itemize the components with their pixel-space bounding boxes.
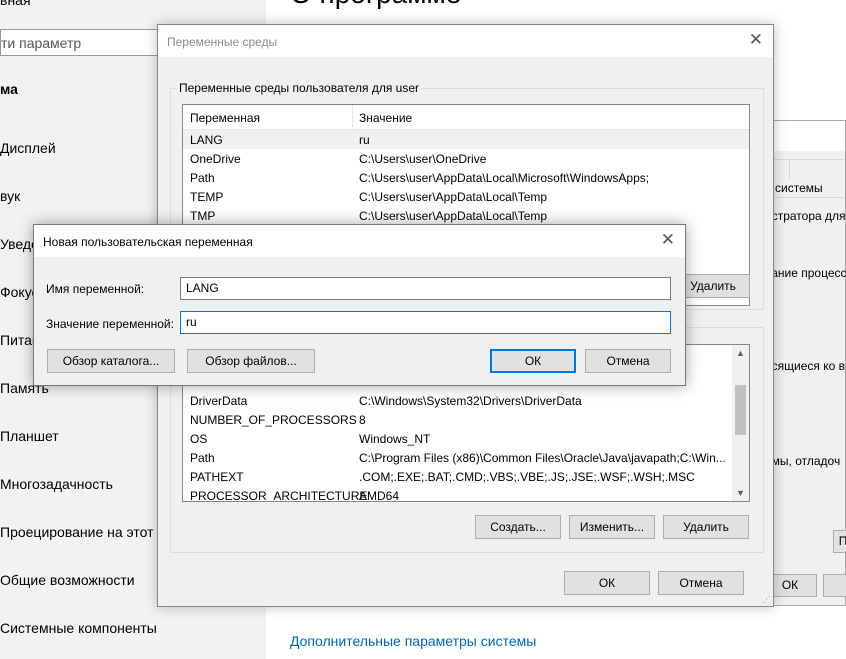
- sidebar-item-display[interactable]: Дисплей: [0, 140, 56, 156]
- sys-edit-button[interactable]: Изменить...: [569, 515, 655, 539]
- table-row[interactable]: LANG ru: [183, 130, 749, 149]
- sidebar-item-tablet[interactable]: Планшет: [0, 428, 59, 444]
- table-row[interactable]: Path C:\Program Files (x86)\Common Files…: [183, 448, 749, 467]
- admin-note-text: истратора для и: [765, 209, 846, 223]
- column-header-value[interactable]: Значение: [359, 111, 412, 125]
- table-row[interactable]: PROCESSOR_ARCHITECTURE AMD64: [183, 486, 749, 502]
- variable-name: TMP: [190, 209, 216, 223]
- column-separator[interactable]: [352, 105, 353, 129]
- variable-name: TEMP: [190, 190, 224, 204]
- variable-value: AMD64: [359, 489, 400, 502]
- new-var-title: Новая пользовательская переменная: [43, 235, 253, 249]
- env-ok-button[interactable]: ОК: [564, 571, 650, 595]
- env-vars-button-partial[interactable]: П: [833, 530, 846, 553]
- variable-value: .COM;.EXE;.BAT;.CMD;.VBS;.VBE;.JS;.JSE;.…: [359, 470, 695, 484]
- sys-delete-button[interactable]: Удалить: [663, 515, 749, 539]
- scrollbar-thumb[interactable]: [735, 385, 746, 435]
- variable-value: C:\Users\user\AppData\Local\Microsoft\Wi…: [359, 171, 650, 185]
- variable-value: Windows_NT: [359, 432, 431, 446]
- table-row[interactable]: TMP C:\Users\user\AppData\Local\Temp: [183, 206, 749, 225]
- resize-grip-icon[interactable]: ⋰: [762, 594, 771, 605]
- variable-name: LANG: [190, 133, 223, 147]
- performance-text: вание процесс: [765, 266, 846, 280]
- profiles-text: осящиеся ко в: [765, 359, 846, 373]
- new-var-ok-button[interactable]: ОК: [490, 349, 576, 373]
- variable-name: Path: [190, 451, 215, 465]
- variable-value: ru: [359, 133, 370, 147]
- sidebar-item-system-components[interactable]: Системные компоненты: [0, 620, 157, 636]
- page-title: О программе: [290, 0, 461, 10]
- new-var-titlebar: Новая пользовательская переменная ✕: [34, 225, 685, 257]
- variable-name: DriverData: [190, 394, 248, 408]
- sidebar-item-shared-experiences[interactable]: Общие возможности: [0, 572, 135, 588]
- variable-value-field[interactable]: ru: [180, 311, 671, 334]
- env-dialog-title: Переменные среды: [167, 35, 278, 49]
- advanced-system-settings-link[interactable]: Дополнительные параметры системы: [290, 633, 536, 649]
- sys-new-button[interactable]: Создать...: [475, 515, 561, 539]
- variable-name: OS: [190, 432, 208, 446]
- variable-name: NUMBER_OF_PROCESSORS: [190, 413, 357, 427]
- new-user-variable-dialog: Новая пользовательская переменная ✕ Имя …: [33, 224, 686, 386]
- scroll-up-arrow-icon[interactable]: ▲: [736, 348, 745, 358]
- variable-value: C:\Users\user\AppData\Local\Temp: [359, 190, 548, 204]
- user-delete-button[interactable]: Удалить: [676, 274, 750, 298]
- user-variables-group-label: Переменные среды пользователя для user: [177, 81, 422, 95]
- sysprops-cancel-button[interactable]: [823, 574, 846, 597]
- variable-name: Path: [190, 171, 215, 185]
- variable-value-value: ru: [186, 315, 197, 329]
- variable-name: OneDrive: [190, 152, 241, 166]
- table-row[interactable]: OS Windows_NT: [183, 429, 749, 448]
- variable-value: C:\Users\user\OneDrive: [359, 152, 487, 166]
- sidebar-section-header: ма: [0, 81, 18, 97]
- sidebar-item-projecting[interactable]: Проецирование на этот к: [0, 524, 164, 540]
- variable-name: PROCESSOR_ARCHITECTURE: [190, 489, 368, 502]
- tab-advanced-partial[interactable]: системы: [775, 181, 823, 195]
- env-dialog-titlebar: Переменные среды ✕: [158, 25, 773, 57]
- sidebar-item-sound[interactable]: вук: [0, 188, 20, 204]
- browse-directory-button[interactable]: Обзор каталога...: [47, 349, 175, 373]
- tab-divider: [789, 159, 790, 179]
- variable-name-label: Имя переменной:: [46, 282, 145, 296]
- table-row[interactable]: TEMP C:\Users\user\AppData\Local\Temp: [183, 187, 749, 206]
- startup-text: емы, отладоч: [765, 454, 841, 468]
- list-header: Переменная Значение: [183, 105, 749, 130]
- search-placeholder: ти параметр: [1, 35, 82, 51]
- close-icon[interactable]: ✕: [749, 30, 763, 50]
- variable-value: 8: [359, 413, 366, 427]
- variable-name-field[interactable]: LANG: [180, 277, 671, 300]
- scroll-down-arrow-icon[interactable]: ▼: [736, 488, 745, 498]
- variable-name-value: LANG: [186, 281, 219, 295]
- variable-value: C:\Windows\System32\Drivers\DriverData: [359, 394, 582, 408]
- new-var-cancel-button[interactable]: Отмена: [585, 349, 671, 373]
- table-row[interactable]: Path C:\Users\user\AppData\Local\Microso…: [183, 168, 749, 187]
- variable-value: C:\Users\user\AppData\Local\Temp: [359, 209, 548, 223]
- variable-name: PATHEXT: [190, 470, 244, 484]
- variable-value-label: Значение переменной:: [46, 317, 174, 331]
- table-row[interactable]: PATHEXT .COM;.EXE;.BAT;.CMD;.VBS;.VBE;.J…: [183, 467, 749, 486]
- column-header-variable[interactable]: Переменная: [190, 111, 260, 125]
- env-cancel-button[interactable]: Отмена: [658, 571, 744, 595]
- close-icon[interactable]: ✕: [661, 230, 675, 250]
- browse-file-button[interactable]: Обзор файлов...: [187, 349, 315, 373]
- table-row[interactable]: OneDrive C:\Users\user\OneDrive: [183, 149, 749, 168]
- sidebar-item-home[interactable]: вная: [0, 0, 31, 8]
- table-row[interactable]: NUMBER_OF_PROCESSORS 8: [183, 410, 749, 429]
- sidebar-item-multitasking[interactable]: Многозадачность: [0, 476, 113, 492]
- table-row[interactable]: DriverData C:\Windows\System32\Drivers\D…: [183, 391, 749, 410]
- variable-value: C:\Program Files (x86)\Common Files\Orac…: [359, 451, 726, 465]
- vertical-scrollbar[interactable]: ▲ ▼: [732, 345, 749, 501]
